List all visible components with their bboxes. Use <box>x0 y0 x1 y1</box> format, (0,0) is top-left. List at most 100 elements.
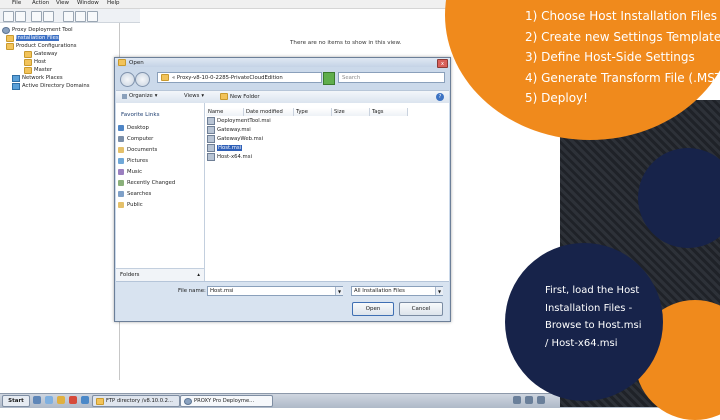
info-line: Installation Files - <box>545 302 633 314</box>
taskbar-proxy-deployment[interactable]: PROXY Pro Deployme... <box>180 395 273 407</box>
toolbar <box>0 9 140 23</box>
organize-icon <box>122 93 127 99</box>
console-icon[interactable] <box>87 11 98 22</box>
cancel-button[interactable]: Cancel <box>399 302 443 316</box>
file-type-select[interactable]: All Installation Files <box>351 286 443 296</box>
menu-view[interactable]: View <box>56 0 69 6</box>
menu-action[interactable]: Action <box>32 0 49 6</box>
new-folder-button[interactable]: New Folder <box>220 93 260 100</box>
chevron-down-icon[interactable]: ▼ <box>435 287 443 295</box>
tree-product-configurations[interactable]: Product Configurations <box>6 42 76 50</box>
search-input[interactable]: Search <box>338 72 445 83</box>
start-button[interactable]: Start <box>2 395 30 407</box>
tree-installation-files[interactable]: Installation Files <box>6 34 59 42</box>
fav-recently-changed[interactable]: Recently Changed <box>118 180 175 186</box>
step-item: 4) Generate Transform File (.MST) <box>525 70 720 85</box>
folder-icon <box>24 58 32 66</box>
network-icon <box>12 74 20 82</box>
organize-button[interactable]: Organize ▾ <box>122 93 157 99</box>
file-name-input[interactable]: Host.msi <box>207 286 343 296</box>
help-icon[interactable] <box>75 11 86 22</box>
tree-network-places[interactable]: Network Places <box>12 74 63 82</box>
menu-help[interactable]: Help <box>107 0 120 6</box>
views-button[interactable]: Views ▾ <box>184 93 204 99</box>
folder-up-icon[interactable] <box>31 11 42 22</box>
column-tags[interactable]: Tags <box>370 108 408 116</box>
close-button[interactable]: x <box>437 59 448 68</box>
command-bar: Organize ▾ Views ▾ New Folder ? <box>116 90 449 104</box>
network-icon[interactable] <box>513 396 521 404</box>
app-icon[interactable] <box>81 396 89 404</box>
file-row[interactable]: DeploymentTool.msi <box>207 117 271 125</box>
dialog-title: Open <box>129 59 144 66</box>
file-row-selected[interactable]: Host.msi <box>207 144 243 152</box>
help-button[interactable]: ? <box>436 93 444 101</box>
back-nav-icon[interactable] <box>120 72 135 87</box>
folder-icon <box>118 59 126 66</box>
chevron-down-icon[interactable]: ▼ <box>335 287 343 295</box>
chevron-down-icon: ▾ <box>154 93 158 99</box>
address-bar[interactable]: « Proxy-v8-10-0-2285-PrivateCloudEdition <box>157 72 322 83</box>
open-button[interactable]: Open <box>352 302 394 316</box>
forward-icon[interactable] <box>15 11 26 22</box>
forward-nav-icon[interactable] <box>135 72 150 87</box>
folders-toggle[interactable]: Folders ▴ <box>116 268 204 281</box>
chevron-down-icon: ▾ <box>201 93 205 99</box>
msi-file-icon <box>207 126 215 134</box>
tree-active-directory[interactable]: Active Directory Domains <box>12 82 89 90</box>
taskbar-ftp-directory[interactable]: FTP directory /v8.10.0.2... <box>92 395 180 407</box>
chrome-icon[interactable] <box>69 396 77 404</box>
properties-icon[interactable] <box>63 11 74 22</box>
navigation-tree: Proxy Deployment Tool Installation Files… <box>0 23 120 380</box>
fav-searches[interactable]: Searches <box>118 191 151 197</box>
tree-master[interactable]: Master <box>24 66 52 74</box>
folder-icon <box>6 34 14 42</box>
computer-icon <box>118 136 124 142</box>
menu-file[interactable]: File <box>12 0 21 6</box>
pictures-icon <box>118 158 124 164</box>
file-row[interactable]: Host-x64.msi <box>207 153 252 161</box>
volume-icon[interactable] <box>525 396 533 404</box>
favorite-links-title: Favorite Links <box>121 112 160 118</box>
msi-file-icon <box>207 144 215 152</box>
ie-icon[interactable] <box>45 396 53 404</box>
column-type[interactable]: Type <box>294 108 332 116</box>
search-icon <box>118 191 124 197</box>
tree-gateway[interactable]: Gateway <box>24 50 57 58</box>
fav-desktop[interactable]: Desktop <box>118 125 149 131</box>
fav-computer[interactable]: Computer <box>118 136 153 142</box>
info-line: First, load the Host <box>545 285 640 296</box>
info-line: / Host-x64.msi <box>545 337 618 349</box>
folder-icon <box>24 66 32 74</box>
directory-icon <box>12 82 20 90</box>
refresh-icon[interactable] <box>323 72 335 85</box>
chevron-up-icon: ▴ <box>197 272 200 278</box>
tree-host[interactable]: Host <box>24 58 46 66</box>
file-row[interactable]: Gateway.msi <box>207 126 251 134</box>
steps-list: 1) Choose Host Installation Files 2) Cre… <box>525 6 720 109</box>
music-icon <box>118 169 124 175</box>
folder-icon <box>161 74 169 81</box>
fav-pictures[interactable]: Pictures <box>118 158 148 164</box>
folder-icon <box>118 202 124 208</box>
back-icon[interactable] <box>3 11 14 22</box>
column-size[interactable]: Size <box>332 108 370 116</box>
file-row[interactable]: GatewayWeb.msi <box>207 135 263 143</box>
show-desktop-icon[interactable] <box>33 396 41 404</box>
show-tree-icon[interactable] <box>43 11 54 22</box>
deployment-tool-icon <box>2 26 10 34</box>
explorer-icon[interactable] <box>57 396 65 404</box>
column-name[interactable]: Name <box>206 108 244 116</box>
fav-music[interactable]: Music <box>118 169 142 175</box>
fav-documents[interactable]: Documents <box>118 147 157 153</box>
folder-icon <box>6 42 14 50</box>
menu-window[interactable]: Window <box>77 0 99 6</box>
new-folder-icon <box>220 93 228 100</box>
info-text: First, load the Host Installation Files … <box>545 282 653 352</box>
column-date-modified[interactable]: Date modified <box>244 108 294 116</box>
file-name-label: File name: <box>178 288 206 294</box>
tray-app-icon[interactable] <box>537 396 545 404</box>
fav-public[interactable]: Public <box>118 202 143 208</box>
tree-root[interactable]: Proxy Deployment Tool <box>2 26 73 34</box>
info-line: Browse to Host.msi <box>545 320 642 331</box>
